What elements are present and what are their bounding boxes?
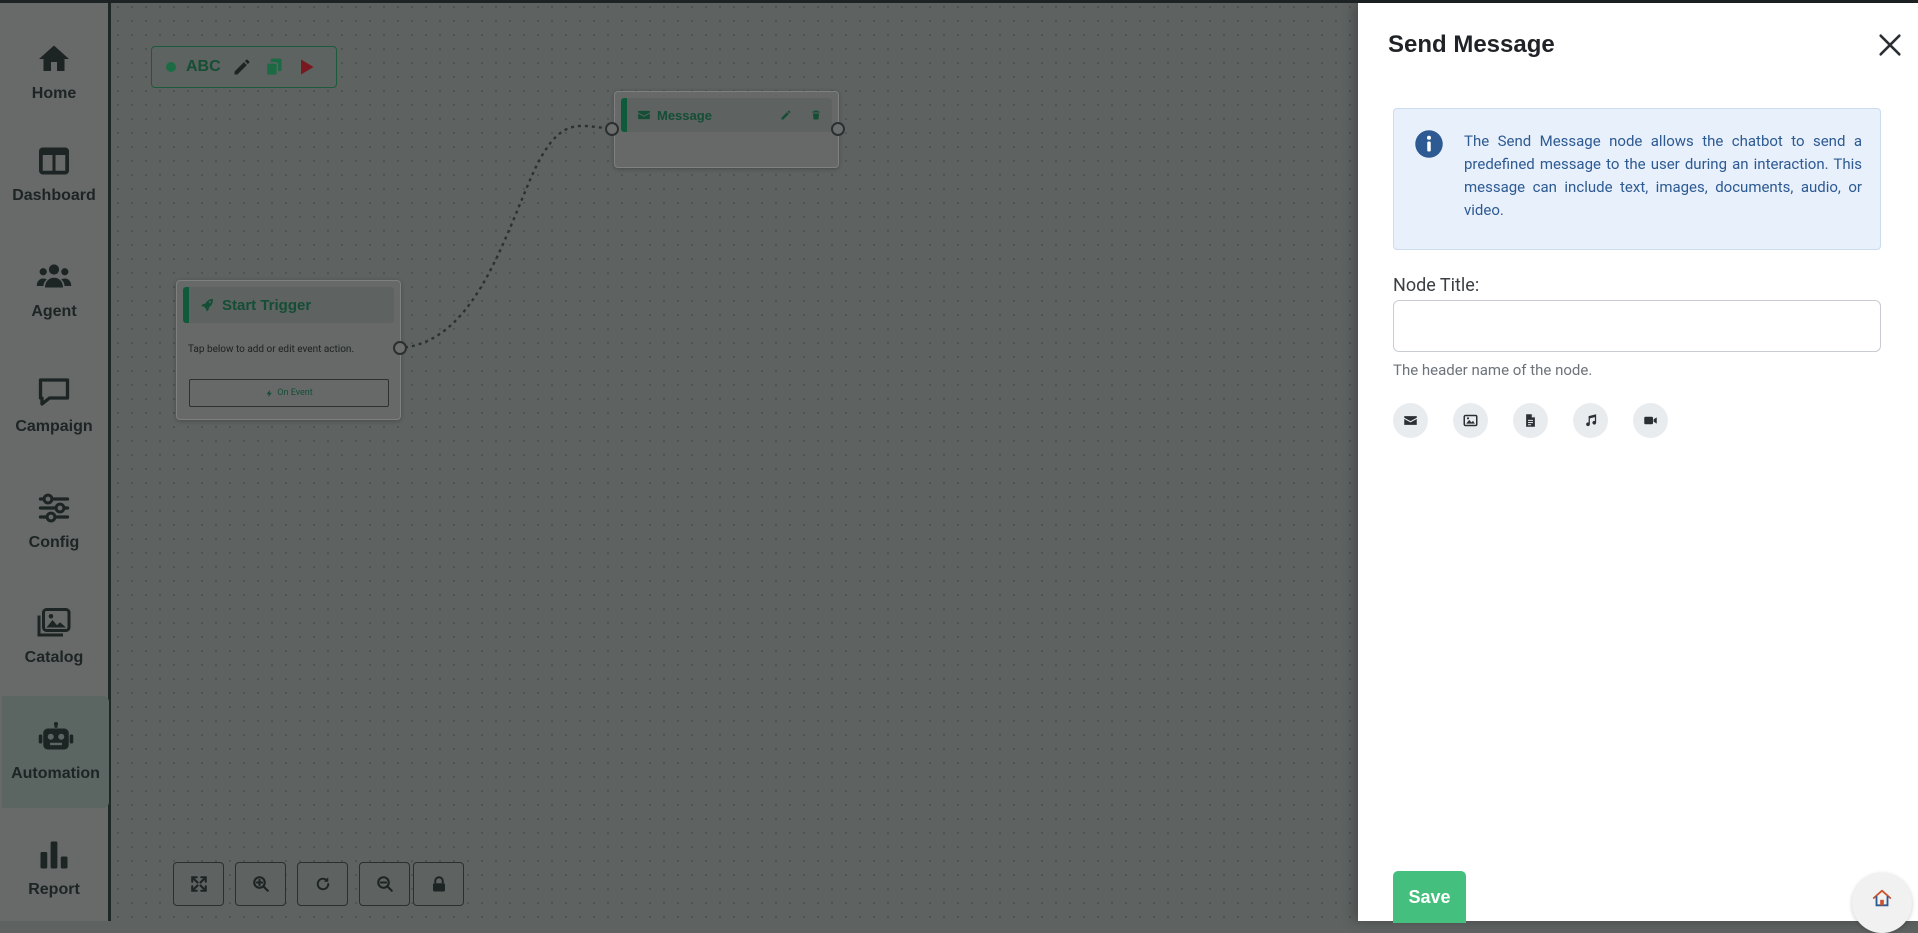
zoom-out-icon xyxy=(376,876,393,892)
edit-icon[interactable] xyxy=(780,109,792,121)
message-node[interactable]: Message xyxy=(614,91,839,168)
envelope-icon xyxy=(1404,416,1417,425)
music-icon xyxy=(1586,414,1597,427)
edit-button[interactable] xyxy=(231,56,253,78)
home-icon xyxy=(1872,889,1892,907)
on-event-button[interactable]: On Event xyxy=(189,379,389,407)
video-icon xyxy=(1644,416,1657,425)
input-port[interactable] xyxy=(605,122,619,136)
send-message-panel: Send Message The Send Message node allow… xyxy=(1358,3,1918,933)
output-port[interactable] xyxy=(393,341,407,355)
node-title-input[interactable] xyxy=(1393,300,1881,352)
pencil-icon xyxy=(234,59,250,75)
trash-icon[interactable] xyxy=(810,109,822,121)
audio-message-button[interactable] xyxy=(1573,403,1608,438)
run-button[interactable] xyxy=(295,56,317,78)
image-message-button[interactable] xyxy=(1453,403,1488,438)
image-icon xyxy=(1463,414,1478,427)
message-type-buttons xyxy=(1393,403,1668,438)
node-header: Message xyxy=(621,98,832,132)
lock-button[interactable] xyxy=(413,862,464,906)
on-event-label: On Event xyxy=(277,388,313,398)
lock-icon xyxy=(432,876,445,892)
zoom-controls xyxy=(173,862,464,906)
video-message-button[interactable] xyxy=(1633,403,1668,438)
info-text: The Send Message node allows the chatbot… xyxy=(1464,132,1862,219)
node-title: Start Trigger xyxy=(222,296,312,314)
save-button[interactable]: Save xyxy=(1393,871,1466,923)
zoom-out-button[interactable] xyxy=(359,862,410,906)
zoom-in-icon xyxy=(252,876,269,892)
expand-icon xyxy=(190,876,207,892)
output-port[interactable] xyxy=(831,122,845,136)
info-alert: The Send Message node allows the chatbot… xyxy=(1393,108,1881,250)
panel-title: Send Message xyxy=(1388,31,1555,58)
flow-toolbar: ABC xyxy=(151,46,337,88)
bolt-icon xyxy=(266,389,273,397)
info-icon xyxy=(1415,130,1443,158)
rocket-icon xyxy=(201,299,213,312)
fit-view-button[interactable] xyxy=(173,862,224,906)
zoom-in-button[interactable] xyxy=(235,862,286,906)
document-message-button[interactable] xyxy=(1513,403,1548,438)
status-dot xyxy=(166,62,176,72)
flow-name: ABC xyxy=(186,58,221,75)
reset-button[interactable] xyxy=(297,862,348,906)
close-icon xyxy=(1879,34,1901,56)
play-icon xyxy=(300,59,314,75)
duplicate-button[interactable] xyxy=(263,56,285,78)
node-hint: Tap below to add or edit event action. xyxy=(188,344,355,355)
node-title-help: The header name of the node. xyxy=(1393,361,1593,379)
node-title-label: Node Title: xyxy=(1393,275,1480,296)
document-icon xyxy=(1526,414,1535,427)
node-header: Start Trigger xyxy=(183,287,394,323)
copy-icon xyxy=(265,58,282,77)
home-fab-button[interactable] xyxy=(1852,873,1912,933)
node-title: Message xyxy=(657,107,712,123)
envelope-icon xyxy=(638,110,650,120)
close-button[interactable] xyxy=(1876,31,1904,59)
text-message-button[interactable] xyxy=(1393,403,1428,438)
redo-icon xyxy=(316,877,329,891)
start-trigger-node[interactable]: Start Trigger Tap below to add or edit e… xyxy=(176,280,401,420)
